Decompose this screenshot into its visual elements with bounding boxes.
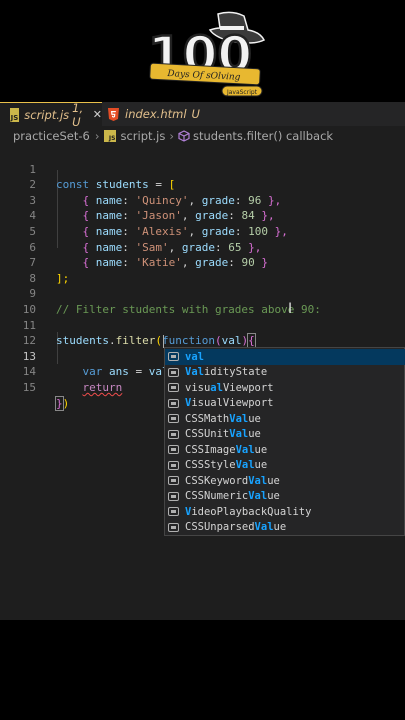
logo-graphic: 100 Days Of sOlving JavaScript: [147, 11, 266, 97]
tab-label: index.html: [125, 107, 187, 121]
chevron-right-icon: ›: [94, 129, 100, 143]
tab-index-html[interactable]: index.html U: [108, 102, 208, 126]
chevron-right-icon: ›: [169, 129, 174, 143]
line-number: 15: [22, 380, 36, 394]
variable-icon: [168, 414, 179, 424]
variable-icon: [168, 476, 179, 486]
suggestion-item[interactable]: val: [165, 349, 405, 365]
html-file-icon: [108, 107, 119, 121]
variable-icon: [168, 398, 179, 408]
suggestion-item[interactable]: CSSKeyword Val ue: [165, 473, 405, 489]
text-cursor: [163, 334, 164, 348]
code-line-6[interactable]: 6 { name: 'Katie', grade: 90 }: [0, 224, 405, 270]
suggestion-item[interactable]: CSSMath Val ue: [165, 411, 405, 427]
code-line-4[interactable]: 4 { name: 'Alexis', grade: 100 },: [0, 193, 405, 238]
breadcrumb-folder[interactable]: practiceSet-6: [13, 129, 90, 143]
variable-icon: [168, 460, 179, 470]
variable-icon: [168, 522, 179, 532]
code-line-1[interactable]: 1 const students = [: [0, 146, 405, 192]
tab-bar: JS script.js 1, U ✕ index.html U: [0, 100, 405, 129]
logo: 100 Days Of sOlving JavaScript: [140, 10, 270, 102]
suggestion-item[interactable]: VideoPlaybackQuality: [165, 504, 405, 520]
variable-icon: [168, 491, 179, 501]
variable-icon: [168, 429, 179, 439]
variable-icon: [168, 352, 179, 362]
tab-status: U: [191, 107, 200, 121]
breadcrumb-file[interactable]: script.js: [120, 129, 165, 143]
code-line-5[interactable]: 5 { name: 'Sam', grade: 65 },: [0, 208, 405, 254]
mouse-ibeam-icon: I: [288, 301, 293, 317]
close-icon[interactable]: ✕: [93, 108, 102, 121]
suggestion-item[interactable]: VisualViewport: [165, 396, 405, 412]
tab-status: 1, U: [72, 100, 84, 129]
code-line-3[interactable]: 3 { name: 'Jason', grade: 84 },: [0, 177, 405, 223]
code-line-12[interactable]: 12: [0, 318, 405, 347]
suggestion-item[interactable]: CSSStyle Val ue: [165, 458, 405, 474]
code-line-10[interactable]: 10: [0, 286, 405, 316]
code-line-2[interactable]: 2 { name: 'Quincy', grade: 96 },: [0, 162, 405, 207]
suggestion-item[interactable]: CSSNumeric Val ue: [165, 489, 405, 505]
breadcrumb: practiceSet-6 › JS script.js › students.…: [0, 126, 405, 146]
js-file-icon: JS: [104, 130, 117, 142]
tab-script-js[interactable]: JS script.js 1, U ✕: [0, 100, 102, 129]
autocomplete-suggestions[interactable]: val Val idityState visu al Viewport VisualV…: [164, 347, 405, 536]
code-line-7[interactable]: 7 ];: [0, 240, 405, 285]
code-line-9[interactable]: 9 // Filter students with grades above 9…: [0, 271, 405, 316]
suggestion-item[interactable]: visu al Viewport: [165, 380, 405, 396]
suggestion-item[interactable]: CSSUnparsed Val ue: [165, 520, 405, 536]
variable-icon: [168, 383, 179, 393]
logo-badge: JavaScript: [226, 89, 258, 96]
breadcrumb-symbol[interactable]: students.filter() callback: [193, 129, 333, 143]
code-line-8[interactable]: 8: [0, 255, 405, 285]
js-file-icon: JS: [10, 107, 20, 122]
variable-icon: [168, 367, 179, 377]
tab-label: script.js: [24, 107, 70, 122]
suggestion-item[interactable]: CSSImage Val ue: [165, 442, 405, 458]
variable-icon: [168, 507, 179, 517]
variable-icon: [168, 445, 179, 455]
suggestion-item[interactable]: CSSUnit Val ue: [165, 427, 405, 443]
method-cube-icon: [178, 130, 190, 142]
suggestion-item[interactable]: Val idityState: [165, 365, 405, 381]
code-line-11[interactable]: 11 students.filter(function(val){: [0, 302, 405, 349]
